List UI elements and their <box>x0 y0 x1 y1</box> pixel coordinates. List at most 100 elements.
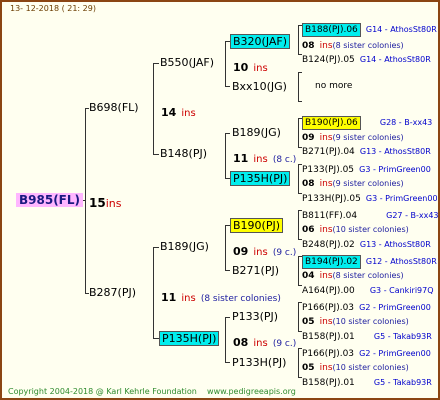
ins-label: ins <box>181 108 196 119</box>
gen5-queen-label[interactable]: P166(PJ).03 <box>302 349 354 359</box>
connector-line <box>298 25 299 55</box>
line-info: G3 - PrimGreen00 <box>365 194 438 203</box>
gen5-queen-label[interactable]: B188(PJ).06 <box>302 23 361 37</box>
line-info: G5 - Takab93R <box>373 378 432 387</box>
ins-label: ins <box>253 338 268 349</box>
gen4-queen-label[interactable]: B189(JG) <box>232 127 281 138</box>
count-value: 09 <box>233 245 249 258</box>
gen4-queen-label[interactable]: P135H(PJ) <box>230 171 291 186</box>
timestamp: 13- 12-2018 ( 21: 29) <box>10 4 96 13</box>
line-info: G12 - AthosSt80R <box>365 257 437 266</box>
gen5-entry: P133H(PJ).05 G3 - PrimGreen00 <box>302 188 438 204</box>
gen5-queen-label[interactable]: P133(PJ).05 <box>302 165 354 175</box>
line-info: G27 - B-xx43 <box>386 211 439 220</box>
line-info: G2 - PrimGreen00 <box>359 303 431 312</box>
connector-line <box>153 154 159 155</box>
gen2-count: 11 ins (8 sister colonies) <box>161 288 281 304</box>
connector-line <box>298 210 299 240</box>
line-info: G13 - AthosSt80R <box>359 147 431 156</box>
gen5-queen-label[interactable]: B158(PJ).01 <box>302 378 355 388</box>
gen4-queen-label[interactable]: B271(PJ) <box>232 265 279 276</box>
gen5-queen-label[interactable]: B190(PJ).06 <box>302 116 361 130</box>
gen3-queen-label[interactable]: P135H(PJ) <box>159 331 220 346</box>
count-value: 14 <box>161 106 177 119</box>
connector-line <box>225 317 230 318</box>
gen3-count: 10 ins <box>233 58 268 74</box>
connector-line <box>153 63 159 64</box>
gen2-queen-label[interactable]: B287(PJ) <box>89 287 136 298</box>
gen5-entry: B190(PJ).06 G28 - B-xx43 <box>302 112 433 130</box>
gen4-queen-label[interactable]: P133H(PJ) <box>232 357 286 368</box>
ins-label: ins <box>105 197 122 210</box>
gen4-queen-label[interactable]: P133(PJ) <box>232 311 278 322</box>
gen3-count: 08 ins (9 c.) <box>233 333 296 349</box>
connector-line <box>298 348 299 378</box>
gen5-entry: B271(PJ).04 G13 - AthosSt80R <box>302 141 431 157</box>
ins-label: ins <box>253 247 268 258</box>
connector-line <box>298 101 302 102</box>
gen4-queen-label[interactable]: B320(JAF) <box>230 34 291 49</box>
count-value: 10 <box>233 61 249 74</box>
connector-line <box>225 270 230 271</box>
ins-label: ins <box>181 293 196 304</box>
sister-colonies: (9 sister colonies) <box>332 179 404 188</box>
gen5-entry: B248(PJ).02 G13 - AthosSt80R <box>302 234 431 250</box>
gen4-queen-label[interactable]: Bxx10(JG) <box>232 81 287 92</box>
gen5-queen-label[interactable]: B811(FF).04 <box>302 211 357 221</box>
gen5-entry: B188(PJ).06 G14 - AthosSt80R <box>302 19 437 37</box>
gen3-queen-label[interactable]: B148(PJ) <box>160 148 207 159</box>
connector-line <box>298 302 299 332</box>
gen5-queen-label[interactable]: P133H(PJ).05 <box>302 194 361 204</box>
connector-line <box>298 164 299 194</box>
ins-label: ins <box>253 154 268 165</box>
gen5-entry: P133(PJ).05 G3 - PrimGreen00 <box>302 159 431 175</box>
line-info: G3 - Cankiri97Q <box>369 286 434 295</box>
sister-colonies: (9 c.) <box>272 339 297 349</box>
gen5-entry: B194(PJ).02 G12 - AthosSt80R <box>302 251 437 269</box>
gen5-entry: B158(PJ).01 G5 - Takab93R <box>302 372 432 388</box>
connector-line <box>225 317 226 363</box>
sister-colonies: (8 c.) <box>272 155 297 165</box>
gen5-queen-label[interactable]: A164(PJ).00 <box>302 286 355 296</box>
gen5-entry: A164(PJ).00 G3 - Cankiri97Q <box>302 280 434 296</box>
connector-line <box>298 256 299 286</box>
count-value: 15 <box>89 196 106 210</box>
connector-line <box>153 63 154 155</box>
gen2-count: 14 ins <box>161 103 196 119</box>
connector-line <box>225 133 226 179</box>
site-link[interactable]: www.pedigreeapis.org <box>207 387 296 396</box>
root-count: 15ins <box>89 194 121 210</box>
gen5-queen-label[interactable]: B194(PJ).02 <box>302 255 361 269</box>
line-info: G28 - B-xx43 <box>379 118 433 127</box>
line-info: G5 - Takab93R <box>373 332 432 341</box>
gen5-entry: B811(FF).04 G27 - B-xx43 <box>302 205 439 221</box>
connector-line <box>298 72 299 102</box>
gen4-count: 08 ins(9 sister colonies) <box>302 173 404 189</box>
connector-line <box>298 72 302 73</box>
gen5-queen-label[interactable]: B248(PJ).02 <box>302 240 355 250</box>
connector-line <box>153 247 159 248</box>
gen3-count: 09 ins (9 c.) <box>233 242 296 258</box>
sister-colonies: (8 sister colonies) <box>200 294 281 304</box>
sister-colonies: (8 sister colonies) <box>332 271 404 280</box>
line-info: G14 - AthosSt80R <box>359 55 431 64</box>
connector-line <box>85 108 86 294</box>
gen5-queen-label[interactable]: B158(PJ).01 <box>302 332 355 342</box>
connector-line <box>298 118 299 148</box>
gen2-queen-label[interactable]: B698(FL) <box>89 102 139 113</box>
gen3-queen-label[interactable]: B550(JAF) <box>160 57 214 68</box>
connector-line <box>225 362 230 363</box>
gen5-queen-label[interactable]: P166(PJ).03 <box>302 303 354 313</box>
gen5-entry: B158(PJ).01 G5 - Takab93R <box>302 326 432 342</box>
gen3-queen-label[interactable]: B189(JG) <box>160 241 209 252</box>
root-queen-label[interactable]: B985(FL) <box>16 193 84 207</box>
gen5-queen-label[interactable]: B271(PJ).04 <box>302 147 355 157</box>
gen5-entry: B124(PJ).05 G14 - AthosSt80R <box>302 49 431 65</box>
gen5-queen-label[interactable]: B124(PJ).05 <box>302 55 355 65</box>
pedigree-chart: 13- 12-2018 ( 21: 29) B985(FL) 15ins B69… <box>0 0 440 400</box>
copyright-text: Copyright 2004-2018 @ Karl Kehrle Founda… <box>8 387 197 396</box>
line-info: G3 - PrimGreen00 <box>359 165 431 174</box>
count-value: 11 <box>233 152 249 165</box>
sister-colonies: (10 sister colonies) <box>332 225 409 234</box>
gen4-queen-label[interactable]: B190(PJ) <box>230 218 284 233</box>
